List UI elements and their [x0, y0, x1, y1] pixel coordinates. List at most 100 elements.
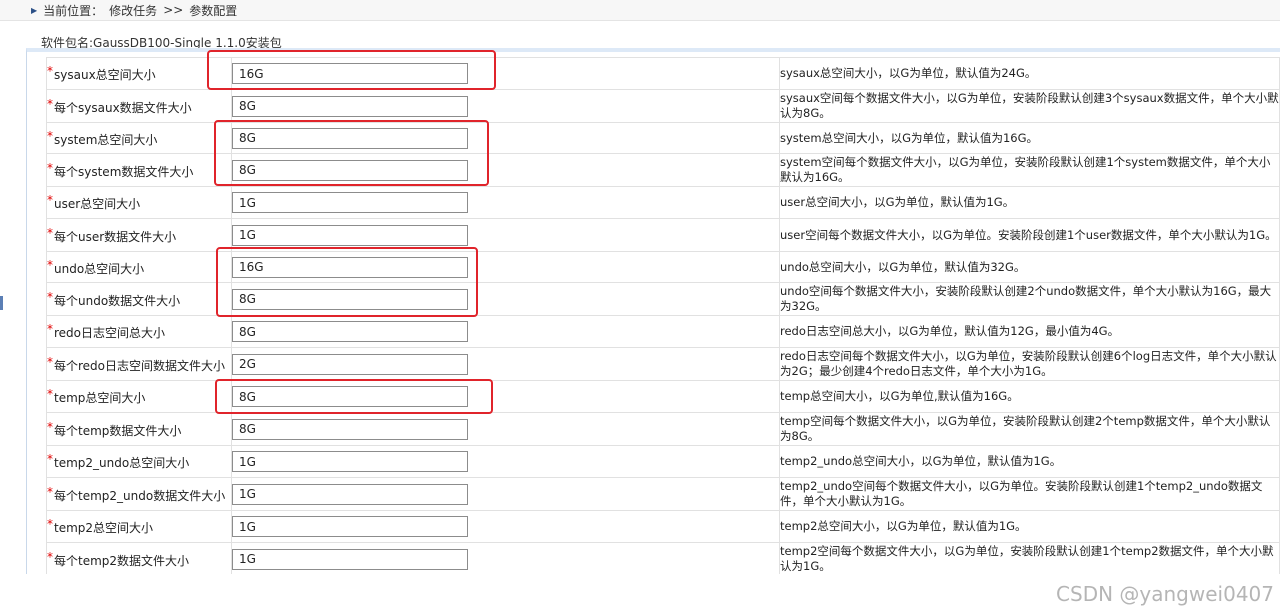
param-label-cell: *temp2总空间大小 [46, 510, 232, 543]
param-description: user总空间大小，以G为单位，默认值为1G。 [779, 186, 1280, 219]
param-input-cell [231, 89, 780, 123]
required-asterisk-icon: * [47, 517, 53, 531]
param-label: temp2总空间大小 [54, 521, 154, 535]
param-value-input[interactable] [232, 288, 468, 310]
param-description: temp空间每个数据文件大小，以G为单位，安装阶段默认创建2个temp数据文件，… [779, 412, 1280, 446]
breadcrumb: ▶ 当前位置： 修改任务 >> 参数配置 [0, 0, 1280, 21]
required-asterisk-icon: * [47, 257, 53, 272]
param-value-input[interactable] [232, 548, 468, 570]
param-label: 每个redo日志空间数据文件大小 [54, 358, 226, 373]
required-asterisk-icon: * [47, 484, 53, 499]
required-asterisk-icon: * [47, 354, 53, 369]
param-input-cell [231, 347, 780, 381]
param-value-input[interactable] [232, 192, 468, 213]
param-description: redo日志空间每个数据文件大小，以G为单位，安装阶段默认创建6个log日志文件… [779, 347, 1280, 381]
table-row: *每个user数据文件大小 user空间每个数据文件大小，以G为单位。安装阶段创建… [46, 218, 1280, 252]
table-row: *每个temp2_undo数据文件大小 temp2_undo空间每个数据文件大小，… [46, 477, 1280, 511]
param-input-cell [231, 57, 780, 90]
left-edge-handle [0, 296, 3, 310]
param-description: user空间每个数据文件大小，以G为单位。安装阶段创建1个user数据文件，单个… [779, 218, 1280, 252]
param-value-input[interactable] [232, 159, 468, 181]
param-value-input[interactable] [232, 224, 468, 246]
table-row: *sysaux总空间大小 sysaux总空间大小，以G为单位，默认值为24G。 [46, 57, 1280, 90]
watermark: CSDN @yangwei0407 [1056, 582, 1274, 606]
param-label-cell: *undo总空间大小 [46, 251, 232, 283]
param-value-input[interactable] [232, 451, 468, 472]
param-value-input[interactable] [232, 516, 468, 537]
param-label: sysaux总空间大小 [54, 68, 156, 82]
required-asterisk-icon: * [47, 160, 53, 175]
param-config-panel: *sysaux总空间大小sysaux总空间大小，以G为单位，默认值为24G。*每… [26, 48, 1280, 574]
param-value-input[interactable] [232, 353, 468, 375]
param-input-cell [231, 412, 780, 446]
required-asterisk-icon: * [47, 225, 53, 240]
param-value-input[interactable] [232, 127, 468, 149]
param-input-cell [231, 186, 780, 219]
table-row: *每个sysaux数据文件大小 sysaux空间每个数据文件大小，以G为单位，安装… [46, 89, 1280, 123]
param-label: 每个sysaux数据文件大小 [54, 100, 192, 115]
triangle-right-icon: ▶ [31, 5, 38, 15]
required-asterisk-icon: * [47, 193, 53, 207]
param-description: system总空间大小，以G为单位，默认值为16G。 [779, 122, 1280, 154]
param-input-cell [231, 122, 780, 154]
param-input-cell [231, 542, 780, 574]
param-label-cell: *每个sysaux数据文件大小 [46, 89, 232, 123]
breadcrumb-separator: >> [163, 3, 184, 17]
table-row: *每个temp数据文件大小 temp空间每个数据文件大小，以G为单位，安装阶段默认… [46, 412, 1280, 446]
required-asterisk-icon: * [47, 64, 53, 78]
param-table-body: *sysaux总空间大小sysaux总空间大小，以G为单位，默认值为24G。*每… [46, 57, 1280, 574]
param-input-cell [231, 315, 780, 348]
param-value-input[interactable] [232, 321, 468, 342]
table-row: *undo总空间大小 undo总空间大小，以G为单位，默认值为32G。 [46, 251, 1280, 283]
table-row: *每个system数据文件大小 system空间每个数据文件大小，以G为单位，安装… [46, 153, 1280, 187]
param-label-cell: *redo日志空间总大小 [46, 315, 232, 348]
param-description: temp2_undo空间每个数据文件大小，以G为单位。安装阶段默认创建1个tem… [779, 477, 1280, 511]
param-label: 每个user数据文件大小 [54, 229, 177, 244]
param-value-input[interactable] [232, 63, 468, 84]
param-label-cell: *每个temp2数据文件大小 [46, 542, 232, 574]
breadcrumb-item-modify-task[interactable]: 修改任务 [109, 2, 157, 19]
breadcrumb-item-param-config: 参数配置 [189, 3, 238, 18]
param-description: undo总空间大小，以G为单位，默认值为32G。 [779, 251, 1280, 283]
table-row: *每个redo日志空间数据文件大小 redo日志空间每个数据文件大小，以G为单位，… [46, 347, 1280, 381]
param-label: system总空间大小 [54, 132, 158, 147]
param-value-input[interactable] [232, 418, 468, 440]
param-value-input[interactable] [232, 95, 468, 117]
param-label: user总空间大小 [54, 197, 141, 211]
table-row: *每个temp2数据文件大小 temp2空间每个数据文件大小，以G为单位，安装阶段… [46, 542, 1280, 574]
param-description: temp2空间每个数据文件大小，以G为单位，安装阶段默认创建1个temp2数据文… [779, 542, 1280, 574]
param-input-cell [231, 380, 780, 413]
param-label-cell: *每个temp数据文件大小 [46, 412, 232, 446]
param-label: 每个temp2_undo数据文件大小 [54, 488, 226, 503]
param-description: temp2_undo总空间大小，以G为单位，默认值为1G。 [779, 445, 1280, 478]
param-table: *sysaux总空间大小sysaux总空间大小，以G为单位，默认值为24G。*每… [46, 57, 1280, 574]
table-row: *system总空间大小 system总空间大小，以G为单位，默认值为16G。 [46, 122, 1280, 154]
table-row: *temp总空间大小 temp总空间大小，以G为单位,默认值为16G。 [46, 380, 1280, 413]
table-row: *temp2_undo总空间大小 temp2_undo总空间大小，以G为单位，默认… [46, 445, 1280, 478]
param-label: 每个undo数据文件大小 [54, 293, 181, 308]
param-label-cell: *user总空间大小 [46, 186, 232, 219]
param-input-cell [231, 251, 780, 283]
required-asterisk-icon: * [47, 549, 53, 564]
param-input-cell [231, 510, 780, 543]
table-row: *user总空间大小 user总空间大小，以G为单位，默认值为1G。 [46, 186, 1280, 219]
param-label: temp总空间大小 [54, 391, 146, 405]
required-asterisk-icon: * [47, 419, 53, 434]
table-row: *temp2总空间大小 temp2总空间大小，以G为单位，默认值为1G。 [46, 510, 1280, 543]
param-label-cell: *sysaux总空间大小 [46, 57, 232, 90]
required-asterisk-icon: * [47, 96, 53, 111]
param-description: undo空间每个数据文件大小，安装阶段默认创建2个undo数据文件，单个大小默认… [779, 282, 1280, 316]
required-asterisk-icon: * [47, 289, 53, 304]
breadcrumb-prefix: 当前位置： [43, 3, 104, 18]
param-value-input[interactable] [232, 483, 468, 505]
param-description: temp总空间大小，以G为单位,默认值为16G。 [779, 380, 1280, 413]
param-value-input[interactable] [232, 256, 468, 278]
param-label-cell: *每个temp2_undo数据文件大小 [46, 477, 232, 511]
param-label-cell: *temp总空间大小 [46, 380, 232, 413]
param-input-cell [231, 282, 780, 316]
param-label-cell: *每个redo日志空间数据文件大小 [46, 347, 232, 381]
table-row: *每个undo数据文件大小 undo空间每个数据文件大小，安装阶段默认创建2个un… [46, 282, 1280, 316]
param-value-input[interactable] [232, 386, 468, 407]
param-label-cell: *每个undo数据文件大小 [46, 282, 232, 316]
table-row: *redo日志空间总大小 redo日志空间总大小，以G为单位，默认值为12G，最小… [46, 315, 1280, 348]
